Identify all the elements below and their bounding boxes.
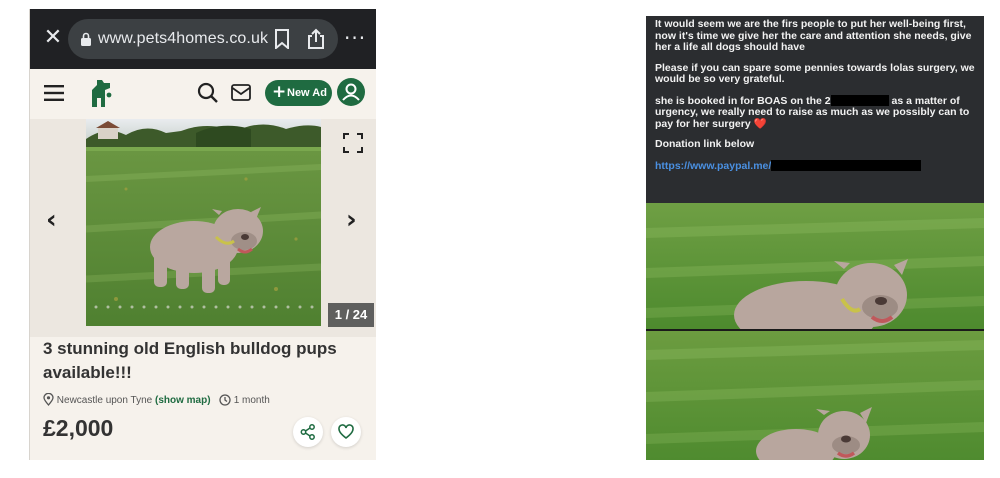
- fullscreen-icon[interactable]: [343, 133, 363, 153]
- pets4homes-logo-icon[interactable]: [88, 77, 114, 109]
- site-header: + New Ad: [30, 69, 376, 119]
- posted-age: 1 month: [233, 395, 270, 406]
- dog-photo-bottom[interactable]: [646, 331, 984, 460]
- dog-photo[interactable]: [86, 119, 321, 326]
- browser-toolbar: ✕ www.pets4homes.co.uk ···: [30, 9, 376, 69]
- more-icon[interactable]: ···: [344, 25, 366, 51]
- search-icon[interactable]: [197, 82, 219, 104]
- listing-price: £2,000: [43, 415, 114, 441]
- redaction-bar: [771, 159, 922, 171]
- donation-label: Donation link below: [655, 138, 755, 150]
- new-ad-label: New Ad: [287, 87, 327, 99]
- address-bar[interactable]: www.pets4homes.co.uk: [68, 19, 338, 59]
- mail-icon[interactable]: [231, 84, 251, 101]
- plus-icon: +: [272, 82, 287, 102]
- user-avatar-icon[interactable]: [337, 78, 365, 106]
- post-paragraph-3: she is booked in for BOAS on the 2 as a …: [655, 94, 975, 131]
- next-photo-button[interactable]: ›: [346, 205, 357, 235]
- show-map-link[interactable]: (show map): [155, 395, 211, 406]
- clock-icon: [219, 394, 231, 406]
- photo-counter: 1 / 24: [328, 303, 374, 327]
- listing-meta: Newcastle upon Tyne (show map) 1 month: [43, 392, 270, 409]
- close-icon[interactable]: ✕: [40, 25, 66, 51]
- bookmark-icon[interactable]: [274, 29, 290, 49]
- dog-photo-top[interactable]: [646, 203, 984, 329]
- post-paragraph-1: It would seem we are the firs people to …: [655, 18, 972, 53]
- share-button[interactable]: [293, 417, 323, 447]
- donation-link[interactable]: https://www.paypal.me/: [655, 160, 771, 172]
- share-icon[interactable]: [306, 28, 326, 50]
- listing-title: 3 stunning old English bulldog pups avai…: [43, 339, 337, 382]
- listing-screenshot: ✕ www.pets4homes.co.uk ··· + New Ad ‹ › …: [29, 9, 376, 460]
- new-ad-button[interactable]: + New Ad: [265, 80, 332, 106]
- url-text: www.pets4homes.co.uk: [98, 30, 269, 47]
- post-text: It would seem we are the firs people to …: [655, 18, 975, 181]
- redaction-bar: [830, 94, 889, 106]
- location-pin-icon: [43, 392, 54, 406]
- favourite-button[interactable]: [331, 417, 361, 447]
- post-paragraph-2: Please if you can spare some pennies tow…: [655, 61, 975, 85]
- hamburger-menu-icon[interactable]: [44, 84, 64, 102]
- share-nodes-icon: [300, 424, 315, 440]
- heart-emoji-icon: ❤️: [753, 117, 767, 130]
- location-text: Newcastle upon Tyne: [56, 395, 153, 406]
- photo-gallery: ‹ › 1 / 24: [30, 119, 376, 337]
- post-paragraph-3-start: she is booked in for BOAS on the 2: [655, 94, 831, 107]
- previous-photo-button[interactable]: ‹: [46, 205, 57, 235]
- post-screenshot: It would seem we are the firs people to …: [646, 16, 984, 460]
- lock-icon: [81, 32, 91, 46]
- heart-icon: [338, 424, 354, 440]
